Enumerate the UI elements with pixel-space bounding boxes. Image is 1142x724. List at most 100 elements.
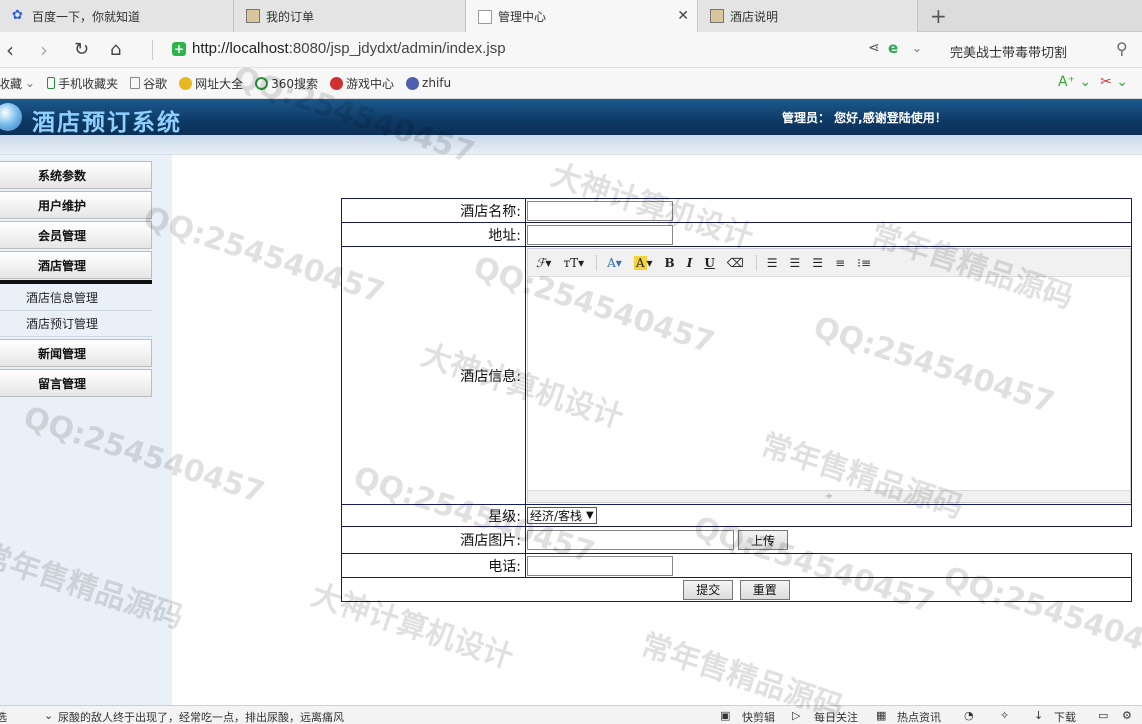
bookmark-portal[interactable]: 网址大全 [179, 75, 243, 92]
reset-button[interactable]: 重置 [739, 579, 790, 600]
phone-label: 电话: [341, 553, 526, 578]
tab-label: 我的订单 [266, 9, 315, 24]
font-size-icon[interactable]: ᴛT▾ [563, 256, 584, 270]
status-news-ticker[interactable]: 尿酸的敌人终于出现了，经常吃一点，排出尿酸，远离痛风 [58, 709, 344, 724]
form-actions: 提交 重置 [341, 577, 1132, 602]
menu-system-params[interactable]: 系统参数 [0, 161, 152, 189]
bookmark-favorites[interactable]: 收藏 ⌄ [0, 75, 35, 92]
tab-hotel-desc[interactable]: 酒店说明 [698, 0, 918, 32]
chevron-down-icon: ⌄ [25, 76, 36, 90]
bookmark-360[interactable]: 360搜索 [255, 75, 318, 92]
settings-icon[interactable]: ⚙ [1122, 709, 1132, 722]
browser-tab-bar: ✿ 百度一下，你就知道 我的订单 管理中心 ✕ 酒店说明 + [0, 0, 1142, 33]
status-download[interactable]: 下载 [1054, 709, 1076, 724]
translate-icon[interactable]: A⁺ ⌄ ✂ ⌄ [1058, 74, 1128, 90]
image-path-input[interactable] [527, 530, 734, 550]
menu-news-management[interactable]: 新闻管理 [0, 339, 152, 367]
address-label: 地址: [341, 222, 526, 247]
search-news-text[interactable]: 完美战士带毒带切割 [950, 42, 1067, 61]
back-icon[interactable]: ‹ [6, 38, 14, 62]
bookmark-zhifu[interactable]: zhifu [406, 76, 451, 90]
hotel-name-label: 酒店名称: [341, 198, 526, 223]
chevron-down-icon: ▼ [586, 510, 594, 521]
tab-label: 酒店说明 [730, 9, 779, 24]
menu-user-maintenance[interactable]: 用户维护 [0, 191, 152, 219]
download-icon[interactable]: ↓ [1034, 709, 1043, 722]
chevron-down-icon[interactable]: ⌄ [912, 41, 922, 55]
url-field[interactable]: http://localhost:8080/jsp_jdydxt/admin/i… [192, 40, 506, 57]
menu-message-management[interactable]: 留言管理 [0, 369, 152, 397]
address-input[interactable] [527, 225, 673, 245]
chevron-down-icon[interactable]: ⌄ [44, 709, 53, 722]
web-page: 酒店预订系统 管理员： 您好,感谢登陆使用！ 系统参数 用户维护 会员管理 酒店… [0, 99, 1142, 705]
italic-icon[interactable]: I [687, 256, 693, 270]
home-icon[interactable]: ⌂ [110, 39, 121, 60]
tool-icon[interactable]: ✧ [1000, 709, 1009, 722]
site-header: 酒店预订系统 管理员： 您好,感谢登陆使用！ [0, 99, 1142, 136]
image-icon [710, 9, 724, 23]
editor-toolbar: ℱ▾ ᴛT▾ A▾ A ▾ B I U ⌫ ☰ ☰ ☰ ≡ ⁝≡ [528, 249, 1130, 277]
underline-icon[interactable]: U [704, 256, 714, 270]
page-icon [130, 77, 141, 89]
status-hot-news[interactable]: 热点资讯 [897, 709, 941, 724]
share-icon[interactable]: ⋖ [868, 40, 880, 56]
rich-text-editor[interactable]: ℱ▾ ᴛT▾ A▾ A ▾ B I U ⌫ ☰ ☰ ☰ ≡ ⁝≡ ÷ [527, 248, 1131, 503]
submit-button[interactable]: 提交 [683, 579, 734, 600]
new-tab-icon[interactable]: + [930, 4, 947, 28]
divider [755, 254, 757, 271]
status-daily-focus[interactable]: 每日关注 [814, 709, 858, 724]
align-right-icon[interactable]: ☰ [812, 256, 823, 270]
bookmark-label: 网址大全 [195, 76, 244, 91]
search-engine-icon[interactable]: e [888, 39, 898, 57]
bookmark-google[interactable]: 谷歌 [130, 75, 167, 92]
bullet-list-icon[interactable]: ⁝≡ [857, 256, 871, 270]
search-360-icon [255, 76, 269, 90]
url-host: http://localhost [192, 40, 289, 57]
divider [596, 254, 598, 271]
speed-icon[interactable]: ◔ [964, 709, 974, 722]
hotel-image-label: 酒店图片: [341, 526, 526, 554]
submenu-hotel-info[interactable]: 酒店信息管理 [0, 285, 152, 311]
active-menu-indicator [0, 280, 152, 284]
tools-icon[interactable]: ✂ [1100, 74, 1112, 90]
align-center-icon[interactable]: ☰ [790, 256, 801, 270]
bookmark-label: zhifu [422, 76, 452, 90]
font-color-icon[interactable]: A▾ [607, 256, 622, 270]
ordered-list-icon[interactable]: ≡ [835, 256, 845, 270]
hotel-name-input[interactable] [527, 201, 673, 221]
secure-icon: + [172, 42, 186, 56]
window-icon[interactable]: ▭ [1098, 709, 1108, 722]
bold-icon[interactable]: B [665, 256, 675, 270]
star-select[interactable]: 经济/客栈 ▼ [527, 507, 597, 524]
bookmark-label: 手机收藏夹 [58, 76, 119, 91]
forward-icon[interactable]: › [40, 38, 48, 62]
close-icon[interactable]: ✕ [677, 8, 689, 24]
align-left-icon[interactable]: ☰ [767, 256, 778, 270]
star-select-value: 经济/客栈 [530, 509, 583, 523]
highlight-icon[interactable]: A ▾ [633, 255, 653, 270]
star-label: 星级: [341, 504, 526, 527]
image-icon [246, 9, 260, 23]
resize-handle-icon[interactable]: ÷ [528, 490, 1130, 502]
reload-icon[interactable]: ↻ [74, 39, 89, 60]
video-edit-icon: ▣ [720, 709, 731, 722]
bookmark-mobile[interactable]: 手机收藏夹 [47, 75, 118, 92]
bookmark-label: 游戏中心 [346, 76, 395, 91]
bookmark-games[interactable]: 游戏中心 [330, 75, 394, 92]
admin-greeting: 管理员： 您好,感谢登陆使用！ [782, 111, 947, 125]
eraser-icon[interactable]: ⌫ [727, 256, 744, 270]
tab-baidu[interactable]: ✿ 百度一下，你就知道 [0, 0, 234, 32]
search-icon[interactable]: ⚲ [1116, 39, 1128, 58]
hotel-info-label: 酒店信息: [341, 246, 526, 505]
submenu-hotel-booking[interactable]: 酒店预订管理 [0, 311, 152, 337]
bookmark-label: 收藏 [0, 76, 23, 91]
tab-admin-center[interactable]: 管理中心 ✕ [466, 0, 698, 33]
phone-input[interactable] [527, 556, 673, 576]
hotel-form: 酒店名称: 地址: 酒店信息: ℱ▾ ᴛT▾ A▾ A ▾ B I U ⌫ ☰ … [341, 198, 1132, 602]
tab-my-orders[interactable]: 我的订单 [234, 0, 466, 32]
menu-member-management[interactable]: 会员管理 [0, 221, 152, 249]
font-family-icon[interactable]: ℱ▾ [536, 256, 551, 270]
upload-button[interactable]: 上传 [738, 530, 789, 550]
menu-hotel-management[interactable]: 酒店管理 [0, 251, 152, 279]
status-quick-edit[interactable]: 快剪辑 [742, 709, 775, 724]
